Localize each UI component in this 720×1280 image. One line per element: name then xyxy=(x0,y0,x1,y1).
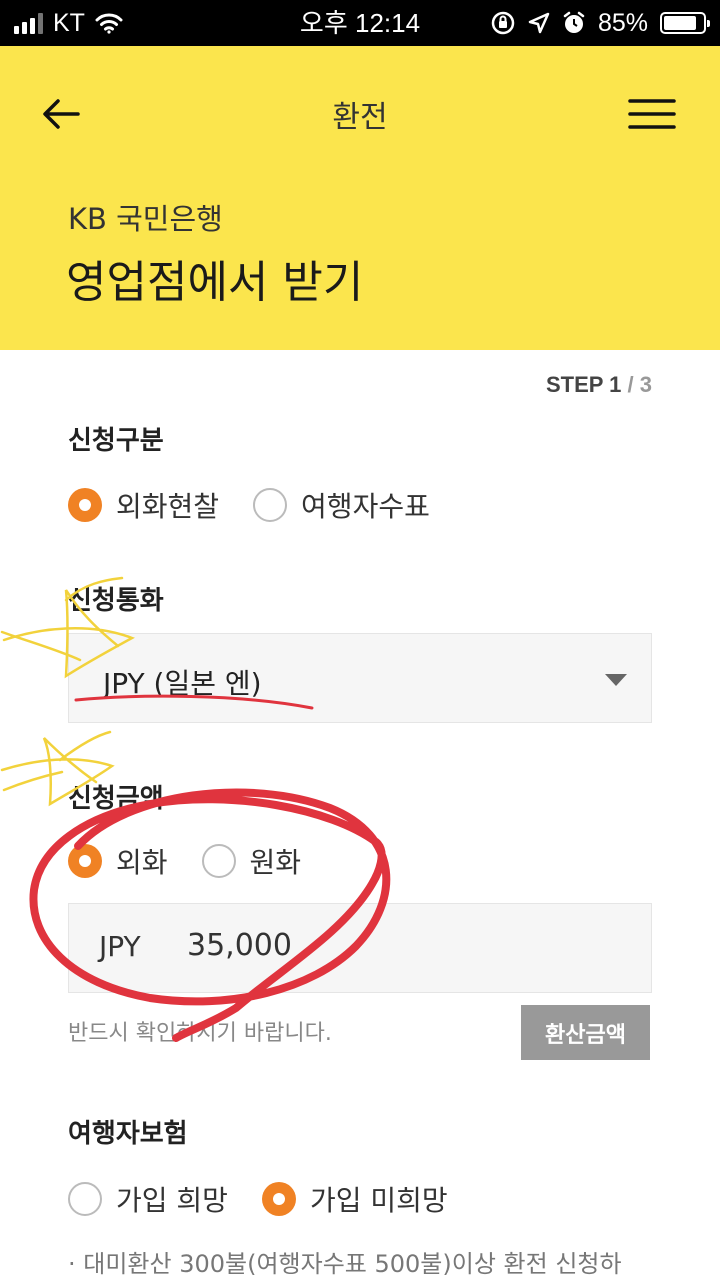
amount-hint: 반드시 확인하시기 바랍니다. xyxy=(68,1021,332,1046)
radio-travelers-check-label: 여행자수표 xyxy=(301,490,430,523)
page-title: 영업점에서 받기 xyxy=(66,257,364,308)
radio-button-checked[interactable] xyxy=(261,1182,296,1216)
menu-button[interactable] xyxy=(628,98,676,130)
header: 환전 KB 국민은행 영업점에서 받기 xyxy=(0,46,720,350)
currency-label: 신청통화 xyxy=(68,586,164,616)
radio-button-unchecked[interactable] xyxy=(68,1182,102,1216)
amount-input[interactable] xyxy=(187,928,487,963)
application-type-options: 외화현찰 여행자수표 xyxy=(68,485,464,525)
radio-cash-label: 외화현찰 xyxy=(116,490,220,523)
radio-foreign[interactable]: 외화 xyxy=(68,841,168,881)
convert-amount-button[interactable]: 환산금액 xyxy=(521,1005,650,1060)
radio-cash[interactable]: 외화현찰 xyxy=(68,485,219,525)
radio-insurance-yes-label: 가입 희망 xyxy=(116,1184,228,1217)
amount-label: 신청금액 xyxy=(68,784,164,814)
currency-select[interactable]: JPY (일본 엔) xyxy=(68,633,652,723)
currency-select-value: JPY (일본 엔) xyxy=(103,667,262,700)
battery-percent: 85% xyxy=(597,8,648,37)
step-separator: / xyxy=(621,372,640,397)
radio-foreign-label: 외화 xyxy=(116,846,168,879)
radio-button-unchecked[interactable] xyxy=(253,488,288,522)
radio-button-checked[interactable] xyxy=(68,488,102,522)
application-type-label: 신청구분 xyxy=(68,426,164,456)
amount-field[interactable]: JPY xyxy=(68,903,652,993)
radio-insurance-no[interactable]: 가입 미희망 xyxy=(261,1179,448,1219)
radio-won-label: 원화 xyxy=(249,846,302,879)
radio-won[interactable]: 원화 xyxy=(201,841,302,881)
insurance-options: 가입 희망 가입 미희망 xyxy=(68,1179,482,1219)
alarm-icon xyxy=(563,11,585,33)
radio-travelers-check[interactable]: 여행자수표 xyxy=(253,485,430,525)
caret-down-icon xyxy=(605,674,627,686)
radio-button-unchecked[interactable] xyxy=(201,844,236,878)
orientation-lock-icon xyxy=(491,11,515,35)
amount-type-options: 외화 원화 xyxy=(68,841,335,881)
insurance-note: · 대미환산 300불(여행자수표 500불)이상 환전 신청하 xyxy=(68,1250,622,1278)
status-bar: KT 오후 12:14 85% xyxy=(0,0,720,46)
step-current: STEP 1 xyxy=(545,372,622,397)
battery-icon xyxy=(660,12,710,34)
insurance-label: 여행자보험 xyxy=(68,1119,188,1149)
hamburger-menu-icon xyxy=(628,99,676,129)
header-title: 환전 xyxy=(332,100,388,135)
radio-insurance-no-label: 가입 미희망 xyxy=(309,1184,448,1217)
bank-name: KB 국민은행 xyxy=(68,202,223,236)
step-indicator: STEP 1 / 3 xyxy=(546,372,652,398)
step-total: 3 xyxy=(639,372,652,397)
status-right: 85% xyxy=(490,0,710,46)
amount-currency-code: JPY xyxy=(99,930,141,963)
radio-button-checked[interactable] xyxy=(68,844,102,878)
radio-insurance-yes[interactable]: 가입 희망 xyxy=(68,1179,228,1219)
location-icon xyxy=(528,12,550,34)
